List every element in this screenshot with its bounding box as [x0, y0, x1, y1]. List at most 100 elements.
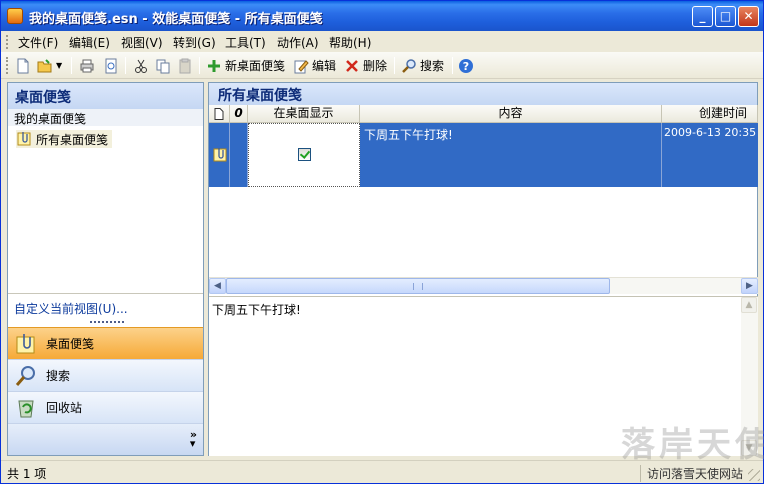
menu-file[interactable]: 文件(F): [18, 34, 58, 51]
navigation-pane: 桌面便笺 我的桌面便笺 所有桌面便笺 自定义当前视图(U)... 桌面便笺 搜索: [7, 82, 204, 456]
document-icon: [214, 108, 224, 120]
column-header-content[interactable]: 内容: [360, 105, 662, 123]
tree-item-label: 所有桌面便笺: [36, 132, 109, 147]
notes-icon: [14, 332, 38, 356]
nav-button-label: 搜索: [46, 369, 71, 383]
scissors-icon: [133, 58, 149, 74]
paste-icon: [177, 58, 193, 74]
close-button[interactable]: ✕: [738, 6, 759, 27]
search-button[interactable]: 搜索: [401, 56, 444, 75]
title-bar[interactable]: 我的桌面便笺.esn - 效能桌面便笺 - 所有桌面便笺 _ □ ✕: [1, 1, 763, 31]
edit-button[interactable]: 编辑: [293, 56, 336, 75]
app-icon: [7, 8, 23, 24]
menu-tools[interactable]: 工具(T): [225, 34, 266, 51]
column-header-show-on-desktop[interactable]: 在桌面显示: [248, 105, 360, 123]
pane-splitter[interactable]: [90, 321, 124, 324]
nav-button-recycle-bin[interactable]: 回收站: [8, 391, 203, 423]
preview-text: 下周五下午打球!: [212, 303, 301, 317]
toolbar-separator: [394, 57, 395, 74]
row-created-cell: 2009-6-13 20:35: [664, 126, 757, 139]
menu-edit[interactable]: 编辑(E): [69, 34, 110, 51]
window-title: 我的桌面便笺.esn - 效能桌面便笺 - 所有桌面便笺: [29, 12, 323, 27]
column-header-attachment[interactable]: 0: [230, 105, 248, 123]
toolbar-separator: [125, 57, 126, 74]
print-preview-button[interactable]: [103, 56, 119, 75]
row-content-cell: 下周五下午打球!: [360, 123, 662, 187]
watermark: 落岸天使: [621, 425, 764, 465]
toolbar-separator: [71, 57, 72, 74]
print-button[interactable]: [79, 56, 95, 75]
website-link[interactable]: 访问落雪天使网站: [639, 465, 743, 482]
chevron-more-icon[interactable]: » ▾: [190, 429, 197, 449]
note-clip-icon: [16, 131, 32, 147]
search-icon: [401, 58, 417, 74]
copy-button[interactable]: [155, 56, 171, 75]
maximize-button[interactable]: □: [715, 6, 736, 27]
customize-view-link[interactable]: 自定义当前视图(U)...: [8, 293, 203, 321]
new-file-button[interactable]: [15, 56, 31, 75]
scroll-thumb[interactable]: [226, 278, 610, 294]
recycle-bin-icon: [14, 396, 38, 420]
scroll-up-arrow[interactable]: ▲: [741, 297, 757, 313]
edit-pencil-icon: [293, 58, 309, 74]
help-button[interactable]: ?: [458, 56, 474, 75]
row-show-on-desktop-cell: [248, 123, 360, 187]
navigation-pane-title: 桌面便笺: [8, 83, 203, 109]
cut-button[interactable]: [133, 56, 149, 75]
nav-button-label: 回收站: [46, 401, 83, 415]
minimize-button[interactable]: _: [692, 6, 713, 27]
plus-icon: [206, 58, 222, 74]
svg-text:?: ?: [463, 60, 469, 73]
scroll-left-arrow[interactable]: ◀: [209, 278, 226, 294]
menu-view[interactable]: 视图(V): [121, 34, 163, 51]
nav-button-label: 桌面便笺: [46, 337, 95, 351]
row-attachment-cell: [230, 123, 248, 187]
menu-grip[interactable]: [6, 35, 9, 49]
toolbar-grip[interactable]: [6, 57, 9, 74]
menu-actions[interactable]: 动作(A): [277, 34, 319, 51]
paperclip-icon: 0: [234, 106, 243, 120]
column-header-created[interactable]: 创建时间: [662, 105, 758, 123]
folder-group-label[interactable]: 我的桌面便笺: [8, 109, 203, 126]
edit-label: 编辑: [312, 59, 337, 73]
tree-item-all-notes[interactable]: 所有桌面便笺: [16, 130, 113, 148]
app-window: 我的桌面便笺.esn - 效能桌面便笺 - 所有桌面便笺 _ □ ✕ 文件(F)…: [0, 0, 764, 484]
paste-button[interactable]: [177, 56, 193, 75]
search-label: 搜索: [420, 59, 445, 73]
menu-bar: 文件(F) 编辑(E) 视图(V) 转到(G) 工具(T) 动作(A) 帮助(H…: [1, 31, 763, 52]
scroll-grip: [413, 283, 423, 290]
dropdown-arrow-icon[interactable]: ▼: [56, 61, 62, 70]
column-header-icon[interactable]: [209, 105, 230, 123]
show-on-desktop-checkbox[interactable]: [298, 148, 311, 161]
search-icon: [14, 364, 38, 388]
delete-x-icon: [344, 58, 360, 74]
table-row[interactable]: 下周五下午打球! 2009-6-13 20:35: [209, 123, 758, 187]
note-clip-icon: [213, 148, 227, 162]
toolbar: ▼ 新桌面便笺 编辑 删除 搜索 ?: [1, 52, 763, 79]
nav-overflow-bar: » ▾: [8, 423, 203, 455]
new-document-icon: [15, 58, 31, 74]
nav-button-notes[interactable]: 桌面便笺: [8, 327, 203, 359]
row-icon-cell: [209, 123, 230, 187]
menu-goto[interactable]: 转到(G): [173, 34, 216, 51]
new-note-button[interactable]: 新桌面便笺: [206, 56, 285, 75]
print-preview-icon: [103, 58, 119, 74]
printer-icon: [79, 58, 95, 74]
scroll-right-arrow[interactable]: ▶: [741, 278, 758, 294]
toolbar-separator: [452, 57, 453, 74]
menu-help[interactable]: 帮助(H): [329, 34, 371, 51]
item-count: 共 1 项: [7, 467, 47, 481]
delete-button[interactable]: 删除: [344, 56, 387, 75]
delete-label: 删除: [363, 59, 388, 73]
toolbar-separator: [199, 57, 200, 74]
nav-button-search[interactable]: 搜索: [8, 359, 203, 391]
notes-list-pane: 所有桌面便笺 0 在桌面显示 内容 创建时间 下周五下午打球! 2009-6-1…: [208, 82, 758, 456]
horizontal-scrollbar[interactable]: ◀ ▶: [209, 277, 758, 294]
resize-grip[interactable]: [748, 469, 760, 481]
open-folder-button[interactable]: ▼: [37, 56, 62, 75]
open-folder-icon: [37, 58, 53, 74]
new-note-label: 新桌面便笺: [225, 59, 286, 73]
notes-list-title: 所有桌面便笺: [209, 83, 757, 105]
copy-icon: [155, 58, 171, 74]
help-icon: ?: [458, 58, 474, 74]
